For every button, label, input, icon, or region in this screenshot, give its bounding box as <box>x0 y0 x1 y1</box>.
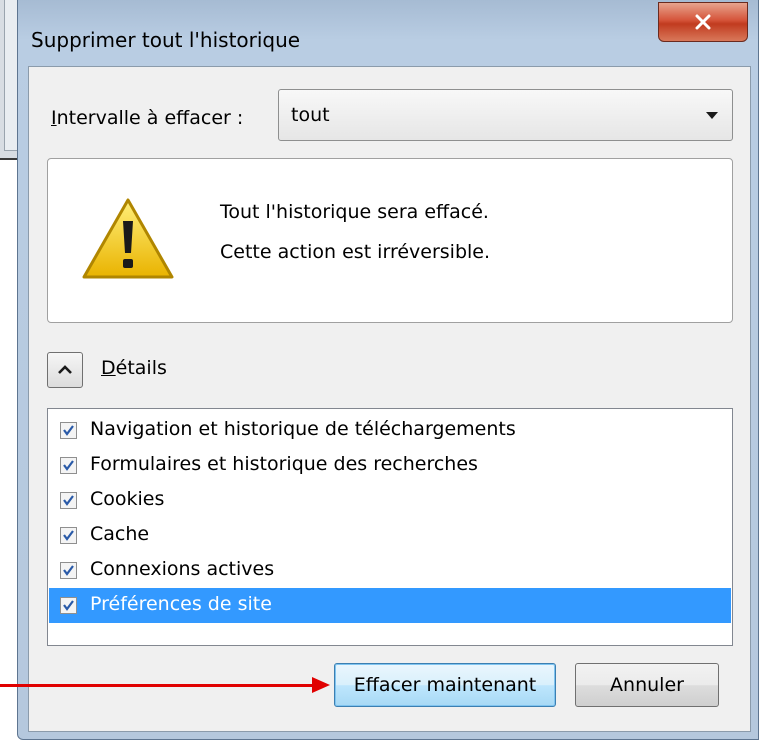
list-item-label: Formulaires et historique des recherches <box>90 453 478 475</box>
cancel-button[interactable]: Annuler <box>575 663 719 707</box>
checkmark-icon <box>63 460 74 471</box>
checkbox[interactable] <box>60 562 77 579</box>
dialog-title: Supprimer tout l'historique <box>31 28 301 52</box>
details-toggle-button[interactable] <box>47 352 83 388</box>
list-item-label: Cache <box>90 523 150 545</box>
chevron-up-icon <box>58 365 72 374</box>
list-item-forms[interactable]: Formulaires et historique des recherches <box>49 448 731 483</box>
dropdown-arrow-icon <box>706 112 718 119</box>
range-label-text: ntervalle à effacer : <box>56 107 244 129</box>
clear-now-button[interactable]: Effacer maintenant <box>334 663 556 707</box>
range-label: Intervalle à effacer : <box>51 107 243 129</box>
warning-icon <box>82 198 174 279</box>
details-label-accel: D <box>101 357 116 379</box>
checkmark-icon <box>63 530 74 541</box>
close-button[interactable] <box>658 2 748 42</box>
checkbox[interactable] <box>60 422 77 439</box>
details-label-text: étails <box>115 357 167 379</box>
list-item-cache[interactable]: Cache <box>49 518 731 553</box>
checkbox[interactable] <box>60 597 77 614</box>
annotation-arrow-head <box>312 677 330 693</box>
list-item-label: Navigation et historique de téléchargeme… <box>90 418 516 440</box>
checkbox[interactable] <box>60 457 77 474</box>
checkmark-icon <box>63 600 74 611</box>
checkmark-icon <box>63 495 74 506</box>
range-dropdown-value: tout <box>291 104 330 126</box>
range-dropdown[interactable]: tout <box>278 89 733 141</box>
list-item-label: Cookies <box>90 488 165 510</box>
items-list[interactable]: Navigation et historique de téléchargeme… <box>47 408 733 646</box>
dialog-body: Intervalle à effacer : tout Tout l'histo… <box>28 66 751 732</box>
checkmark-icon <box>63 565 74 576</box>
checkmark-icon <box>63 425 74 436</box>
list-item-label: Connexions actives <box>90 558 275 580</box>
list-item-navigation[interactable]: Navigation et historique de téléchargeme… <box>49 413 731 448</box>
dialog-window: Supprimer tout l'historique Intervalle à… <box>17 0 759 740</box>
list-item-connections[interactable]: Connexions actives <box>49 553 731 588</box>
list-item-site-preferences[interactable]: Préférences de site <box>49 588 731 623</box>
list-item-cookies[interactable]: Cookies <box>49 483 731 518</box>
warning-box: Tout l'historique sera effacé. Cette act… <box>47 158 733 323</box>
close-icon <box>695 14 711 30</box>
warning-text-line2: Cette action est irréversible. <box>220 241 491 263</box>
list-item-label: Préférences de site <box>90 593 272 615</box>
details-label[interactable]: Détails <box>101 357 167 379</box>
checkbox[interactable] <box>60 527 77 544</box>
annotation-arrow-line <box>0 684 315 687</box>
checkbox[interactable] <box>60 492 77 509</box>
warning-text-line1: Tout l'historique sera effacé. <box>220 201 489 223</box>
title-bar[interactable]: Supprimer tout l'historique <box>18 0 758 65</box>
